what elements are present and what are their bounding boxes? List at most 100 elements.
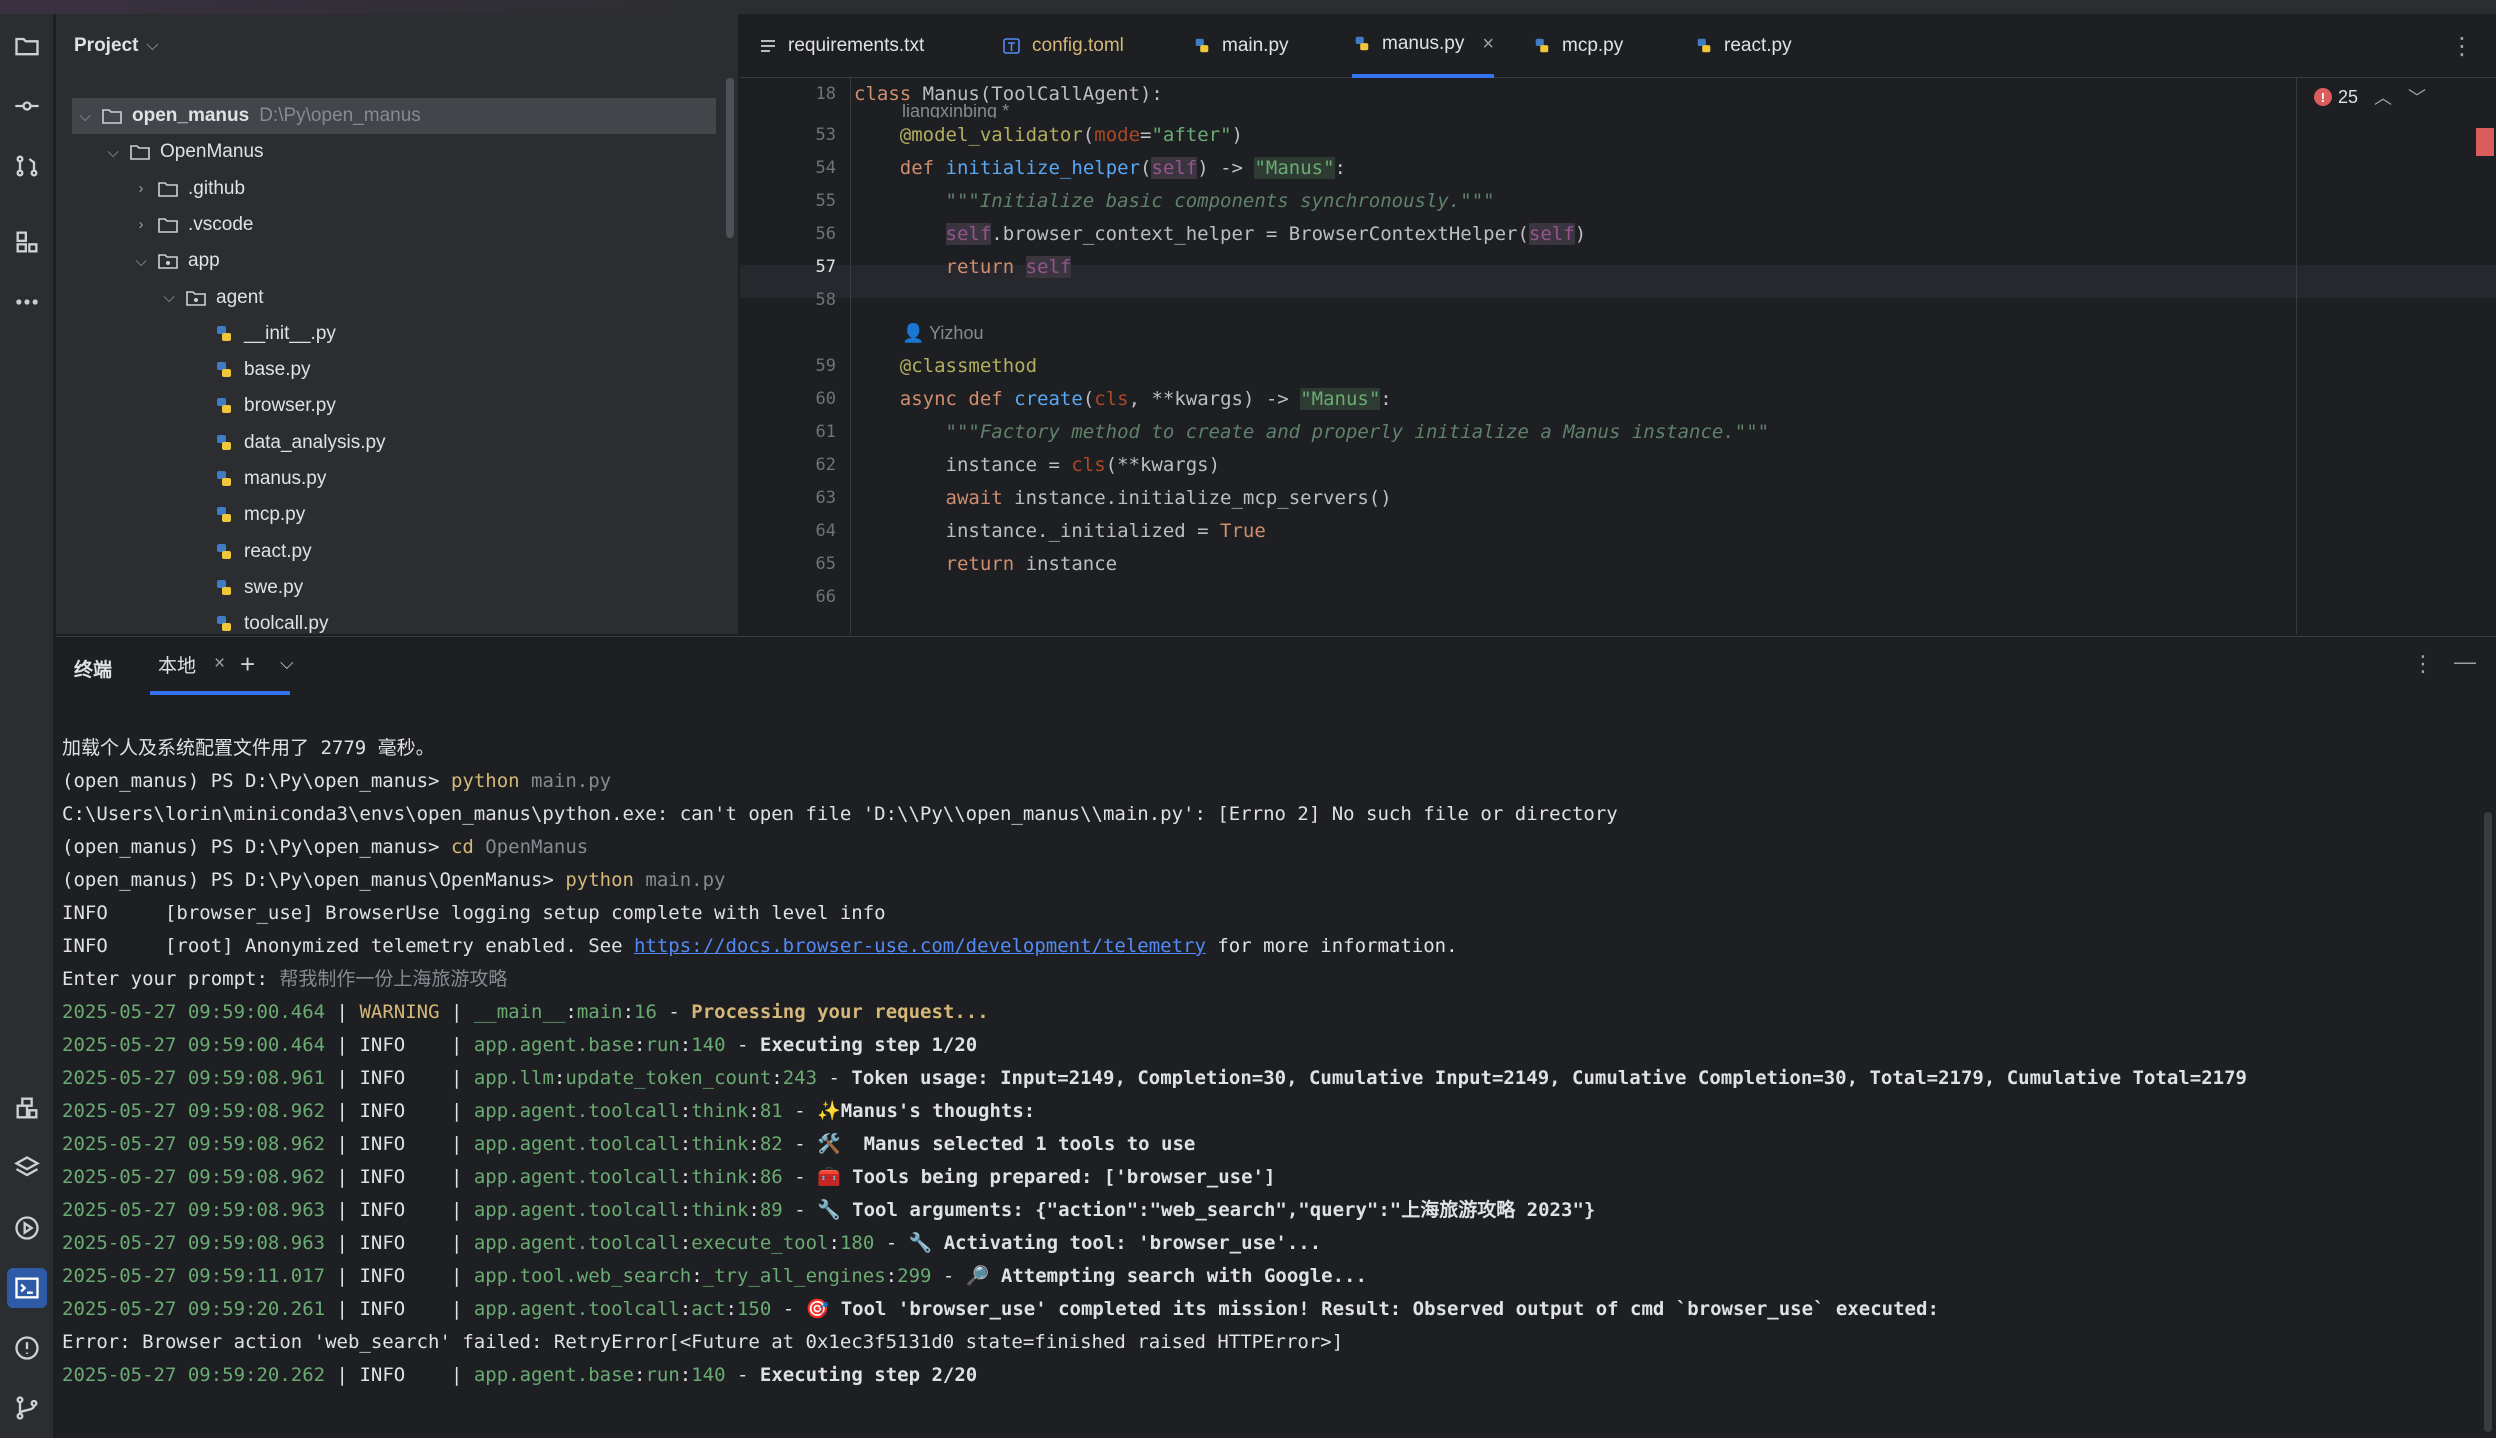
python-console-icon[interactable]: [7, 1088, 47, 1128]
chevron-right-icon[interactable]: ›: [128, 180, 154, 197]
python-icon: [1352, 35, 1372, 53]
line-number: 57: [815, 257, 836, 277]
log-sep: :: [679, 1100, 692, 1122]
chevron-down-icon[interactable]: ⌵: [72, 108, 98, 125]
sticky-line-number: 18: [815, 84, 836, 104]
package-folder-icon: [182, 287, 210, 309]
terminal-options-icon[interactable]: ⋮: [2412, 651, 2434, 677]
log-message: Executing step 2/20: [759, 1364, 978, 1386]
chevron-down-icon[interactable]: ⌵: [128, 253, 154, 270]
tree-item[interactable]: __init__.py: [184, 316, 336, 352]
log-timestamp: 2025-05-27 09:59:11.017: [62, 1265, 326, 1287]
line-number: 54: [815, 158, 836, 178]
log-sep: |: [439, 1364, 474, 1386]
log-function: think: [691, 1100, 749, 1122]
chevron-up-icon[interactable]: ︿: [2374, 84, 2392, 110]
folder-icon: [154, 178, 182, 200]
layers-icon[interactable]: [7, 1148, 47, 1188]
log-timestamp: 2025-05-27 09:59:20.261: [62, 1298, 326, 1320]
tree-item[interactable]: react.py: [184, 534, 312, 570]
tree-item[interactable]: swe.py: [184, 570, 303, 606]
code-line: self.browser_context_helper = BrowserCon…: [945, 223, 1587, 245]
tree-item[interactable]: data_analysis.py: [184, 425, 386, 461]
log-sep: -: [771, 1298, 806, 1320]
terminal-error-line: Error: Browser action 'web_search' faile…: [62, 1331, 1344, 1353]
services-icon[interactable]: [7, 1208, 47, 1248]
line-number: 65: [815, 554, 836, 574]
tree-item[interactable]: ⌵ agent: [156, 280, 263, 316]
code-view[interactable]: class Manus(ToolCallAgent): liangxinbing…: [854, 78, 2454, 634]
tree-item[interactable]: › .vscode: [128, 207, 254, 243]
tree-item[interactable]: ⌵ OpenManus: [100, 134, 263, 170]
log-timestamp: 2025-05-27 09:59:20.262: [62, 1364, 326, 1386]
tabs-more-icon[interactable]: ⋮: [2450, 32, 2474, 61]
editor-tab-label: main.py: [1222, 35, 1289, 56]
log-module: app.agent.toolcall: [473, 1199, 680, 1221]
tree-item[interactable]: ⌵ open_manus D:\Py\open_manus: [72, 98, 716, 134]
git-icon[interactable]: [7, 1388, 47, 1428]
add-terminal-icon[interactable]: +: [240, 649, 255, 680]
line-number: 55: [815, 191, 836, 211]
log-line: 2025-05-27 09:59:08.962 | INFO | app.age…: [62, 1095, 2462, 1128]
editor-tab[interactable]: mcp.py: [1532, 14, 1623, 78]
log-sep: -: [725, 1364, 760, 1386]
tree-item[interactable]: manus.py: [184, 461, 326, 497]
tree-item[interactable]: ⌵ app: [128, 243, 219, 279]
log-function: act: [691, 1298, 726, 1320]
chevron-down-icon[interactable]: ﹀: [2408, 84, 2426, 110]
log-timestamp: 2025-05-27 09:59:08.962: [62, 1133, 326, 1155]
telemetry-link[interactable]: https://docs.browser-use.com/development…: [634, 935, 1206, 957]
editor-tab[interactable]: requirements.txt: [758, 14, 924, 78]
folder-icon: [98, 105, 126, 127]
terminal-line: (open_manus) PS D:\Py\open_manus> python…: [62, 770, 612, 792]
pull-request-icon[interactable]: [7, 146, 47, 186]
chevron-down-icon[interactable]: ⌵: [156, 289, 182, 306]
editor-tab[interactable]: main.py: [1192, 14, 1289, 78]
structure-icon[interactable]: [7, 222, 47, 262]
problems-icon[interactable]: [7, 1328, 47, 1368]
log-module: app.agent.toolcall: [473, 1166, 680, 1188]
log-sep: :: [885, 1265, 898, 1287]
code-line: @classmethod: [899, 355, 1038, 377]
chevron-down-icon[interactable]: ⌵: [146, 37, 158, 55]
log-sep: |: [325, 1100, 360, 1122]
log-level: INFO: [359, 1100, 440, 1122]
more-tools-icon[interactable]: [7, 282, 47, 322]
terminal-icon[interactable]: [7, 1268, 47, 1308]
log-module: app.agent.toolcall: [473, 1232, 680, 1254]
log-lineno: 89: [759, 1199, 783, 1221]
project-scrollbar[interactable]: [726, 78, 734, 238]
close-icon[interactable]: ×: [214, 653, 225, 675]
chevron-down-icon[interactable]: ⌵: [100, 144, 126, 161]
problems-indicator[interactable]: ! 25 ︿ ﹀: [2313, 84, 2426, 110]
log-sep: |: [439, 1034, 474, 1056]
editor-tab[interactable]: config.toml: [1002, 14, 1124, 78]
log-line: 2025-05-27 09:59:08.961 | INFO | app.llm…: [62, 1062, 2462, 1095]
chevron-right-icon[interactable]: ›: [128, 216, 154, 233]
minimize-icon[interactable]: —: [2454, 649, 2476, 675]
log-timestamp: 2025-05-27 09:59:08.962: [62, 1100, 326, 1122]
terminal-output[interactable]: 加载个人及系统配置文件用了 2779 毫秒。 (open_manus) PS D…: [62, 732, 2462, 1392]
log-function: _try_all_engines: [702, 1265, 886, 1287]
project-folder-icon[interactable]: [7, 26, 47, 66]
editor-tab[interactable]: manus.py ×: [1352, 14, 1495, 78]
log-message: Processing your request...: [691, 1001, 989, 1023]
terminal-scrollbar[interactable]: [2484, 812, 2492, 1432]
chevron-down-icon[interactable]: ⌵: [280, 653, 294, 674]
commit-icon[interactable]: [7, 86, 47, 126]
editor-tab[interactable]: react.py: [1694, 14, 1792, 78]
tree-item[interactable]: base.py: [184, 352, 311, 388]
tree-item[interactable]: › .github: [128, 171, 246, 207]
python-icon: [1192, 37, 1212, 55]
log-message: 🎯 Tool 'browser_use' completed its missi…: [805, 1298, 1939, 1320]
code-line: def initialize_helper(self) -> "Manus":: [899, 157, 1346, 179]
terminal-tab-local[interactable]: 本地 ×: [150, 637, 290, 695]
code-line: await instance.initialize_mcp_servers(): [945, 487, 1392, 509]
error-stripe-marker[interactable]: [2476, 128, 2494, 156]
terminal-line: Enter your prompt: 帮我制作一份上海旅游攻略: [62, 968, 508, 990]
log-sep: |: [439, 1067, 474, 1089]
project-panel-header[interactable]: Project ⌵: [56, 14, 738, 78]
tree-item[interactable]: mcp.py: [184, 497, 305, 533]
close-icon[interactable]: ×: [1482, 33, 1494, 56]
tree-item[interactable]: browser.py: [184, 388, 336, 424]
